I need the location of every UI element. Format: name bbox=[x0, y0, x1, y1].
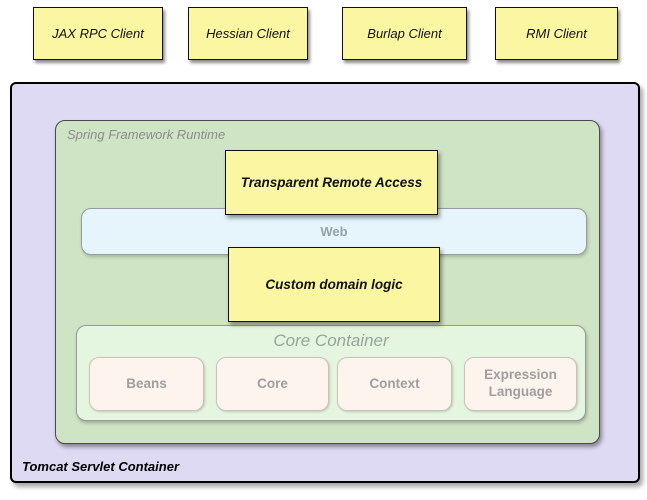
custom-domain-logic-label: Custom domain logic bbox=[265, 277, 402, 292]
core-container: Core Container Beans Core Context Expres… bbox=[76, 325, 586, 421]
client-box-rmi: RMI Client bbox=[495, 7, 618, 60]
spring-runtime-label: Spring Framework Runtime bbox=[67, 127, 225, 142]
web-layer-label: Web bbox=[320, 224, 347, 239]
client-box-jax-rpc: JAX RPC Client bbox=[33, 7, 163, 60]
client-label: Burlap Client bbox=[367, 26, 441, 41]
module-label: Beans bbox=[126, 376, 167, 393]
client-label: RMI Client bbox=[526, 26, 587, 41]
client-box-burlap: Burlap Client bbox=[342, 7, 467, 60]
module-box-core: Core bbox=[216, 357, 329, 411]
core-container-label: Core Container bbox=[77, 331, 585, 351]
module-box-context: Context bbox=[337, 357, 452, 411]
transparent-remote-access-box: Transparent Remote Access bbox=[225, 150, 438, 215]
client-box-hessian: Hessian Client bbox=[188, 7, 308, 60]
transparent-remote-access-label: Transparent Remote Access bbox=[241, 175, 423, 190]
spring-architecture-diagram: JAX RPC Client Hessian Client Burlap Cli… bbox=[0, 0, 647, 500]
client-label: Hessian Client bbox=[206, 26, 290, 41]
tomcat-container-label: Tomcat Servlet Container bbox=[22, 459, 179, 474]
module-label: Expression Language bbox=[473, 367, 568, 401]
custom-domain-logic-box: Custom domain logic bbox=[228, 247, 440, 322]
client-label: JAX RPC Client bbox=[52, 26, 144, 41]
tomcat-servlet-container: Spring Framework Runtime Web Core Contai… bbox=[10, 82, 640, 483]
module-box-expression-language: Expression Language bbox=[464, 357, 577, 411]
spring-framework-runtime: Spring Framework Runtime Web Core Contai… bbox=[55, 120, 600, 444]
module-box-beans: Beans bbox=[89, 357, 204, 411]
module-label: Context bbox=[369, 376, 419, 393]
module-label: Core bbox=[257, 376, 288, 393]
